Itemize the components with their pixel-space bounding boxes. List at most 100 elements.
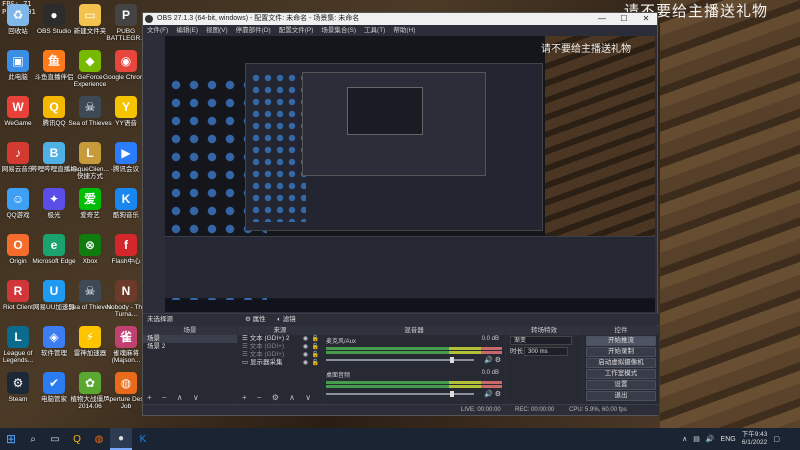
status-bar: LIVE: 00:00:00 REC: 00:00:00 CPU: 5.9%, …: [143, 404, 659, 415]
minimize-button[interactable]: —: [591, 13, 613, 25]
obs-titlebar: OBS 27.1.3 (64-bit, windows) - 配置文件: 未命名…: [143, 13, 657, 25]
game-taskbar-icon[interactable]: ◍: [88, 428, 110, 450]
obs-taskbar-icon[interactable]: ●: [110, 428, 132, 450]
speaker-icon[interactable]: 🔊: [484, 391, 493, 398]
scene-item[interactable]: 场景 2: [143, 343, 237, 351]
pvz-icon: ✿: [79, 372, 101, 394]
gear-icon[interactable]: ⚙: [495, 391, 501, 398]
input-language[interactable]: ENG: [721, 436, 736, 443]
preview-wallpaper: [545, 36, 655, 266]
source-item[interactable]: ☰ 文本 (GDI+) ◉ 🔓: [238, 351, 322, 359]
bilibili-icon: B: [43, 142, 65, 164]
track-name: 麦克风/Aux: [326, 339, 357, 345]
aperture-icon: ◍: [115, 372, 137, 394]
transitions-dock: 转场特效 渐变 时长 300 ms: [506, 326, 582, 404]
source-item[interactable]: ☰ 文本 (GDI+) 2 ◉ 🔓: [238, 335, 322, 343]
qq-taskbar-icon[interactable]: Q: [66, 428, 88, 450]
properties-button[interactable]: ⚙ 属性: [245, 314, 266, 326]
scene-tools[interactable]: + − ∧ ∨: [147, 393, 203, 402]
kugou-icon: K: [115, 188, 137, 210]
notification-icon[interactable]: ▢: [773, 435, 780, 443]
xbox-icon: ⊗: [79, 234, 101, 256]
windows-start-icon[interactable]: ⊞: [0, 428, 22, 450]
edge-icon: e: [43, 234, 65, 256]
menu-item[interactable]: 编辑(E): [176, 25, 198, 36]
preview-canvas[interactable]: 请不要给主播送礼物: [165, 36, 655, 312]
transitions-header: 转场特效: [506, 326, 582, 335]
clock[interactable]: 下午9:43 6/1/2022: [742, 431, 768, 447]
level-meter: [326, 347, 502, 350]
volume-slider[interactable]: [326, 391, 474, 397]
network-icon[interactable]: ▤: [693, 435, 700, 443]
lock-icon[interactable]: 🔓: [312, 351, 319, 359]
sources-dock: 来源 ☰ 文本 (GDI+) 2 ◉ 🔓 ☰ 文本 (GDI+) ◉ 🔓 ☰ 文本 (G…: [238, 326, 322, 404]
menu-item[interactable]: 场景集合(S): [321, 25, 356, 36]
douyu-icon: 鱼: [43, 50, 65, 72]
virtual-camera-button[interactable]: 启动虚拟摄像机: [586, 358, 656, 368]
gear-icon[interactable]: ⚙: [495, 357, 501, 364]
menu-item[interactable]: 帮助(H): [393, 25, 415, 36]
kugou-taskbar-icon[interactable]: K: [132, 428, 154, 450]
majsoul-icon: 雀: [115, 326, 137, 348]
menu-item[interactable]: 配置文件(P): [279, 25, 314, 36]
preview-banner: 请不要给主播送礼物: [541, 44, 631, 55]
eye-icon[interactable]: ◉: [303, 359, 308, 367]
eye-icon[interactable]: ◉: [303, 335, 308, 343]
level-meter: [326, 351, 502, 354]
scenes-dock: 场景 场景 场景 2 + − ∧ ∨: [143, 326, 237, 404]
menu-item[interactable]: 文件(F): [147, 25, 168, 36]
volume-icon[interactable]: 🔊: [706, 435, 715, 443]
preview-obs-panels: [165, 236, 655, 298]
source-item[interactable]: ▭ 显示器采集 ◉ 🔓: [238, 359, 322, 367]
controls-header: 控件: [583, 326, 659, 335]
mixer-dock: 混音器 麦克风/Aux 0.0 dB 🔊 ⚙ 桌面音频 0.0 dB 🔊 ⚙: [323, 326, 505, 404]
source-toolbar: 未选择源 ⚙ 属性 ◐ 滤镜: [143, 313, 659, 325]
speaker-icon[interactable]: 🔊: [484, 357, 493, 364]
transition-select[interactable]: 渐变: [510, 336, 572, 345]
close-button[interactable]: ✕: [635, 13, 657, 25]
studio-mode-button[interactable]: 工作室模式: [586, 369, 656, 379]
nested-obs-preview-3: [347, 87, 423, 135]
computer-icon: ▣: [7, 50, 29, 72]
lock-icon[interactable]: 🔓: [312, 335, 319, 343]
live-time: LIVE: 00:00:00: [461, 407, 501, 413]
riot-icon: R: [7, 280, 29, 302]
lock-icon[interactable]: 🔓: [312, 359, 319, 367]
lock-icon[interactable]: 🔓: [312, 343, 319, 351]
filters-button[interactable]: ◐ 滤镜: [277, 314, 296, 326]
volume-slider[interactable]: [326, 357, 474, 363]
start-streaming-button[interactable]: 开始推流: [586, 336, 656, 346]
maximize-button[interactable]: ☐: [613, 13, 635, 25]
exit-button[interactable]: 退出: [586, 391, 656, 401]
source-tools[interactable]: + − ⚙ ∧ ∨: [242, 393, 315, 402]
start-recording-button[interactable]: 开始录制: [586, 347, 656, 357]
transition-type[interactable]: 渐变: [506, 335, 582, 346]
scene-item[interactable]: 场景: [143, 335, 237, 343]
preview-taskbar: [165, 300, 655, 312]
settings-button[interactable]: 设置: [586, 380, 656, 390]
source-item[interactable]: ☰ 文本 (GDI+) ◉ 🔓: [238, 343, 322, 351]
level-meter: [326, 381, 502, 384]
track-db: 0.0 dB: [481, 370, 499, 376]
jiguang-icon: ✦: [43, 188, 65, 210]
taskbar: ⊞ ⌕ ▭ Q ◍ ● K ∧ ▤ 🔊 ENG 下午9:43 6/1/2022 …: [0, 428, 800, 450]
controls-dock: 控件 开始推流 开始录制 启动虚拟摄像机 工作室模式 设置 退出: [583, 326, 659, 404]
chevron-up-icon[interactable]: ∧: [682, 435, 687, 443]
eye-icon[interactable]: ◉: [303, 343, 308, 351]
sea-of-thieves-icon-2: ☠: [79, 280, 101, 302]
task-view-icon[interactable]: ▭: [44, 428, 66, 450]
software-manager-icon: ◈: [43, 326, 65, 348]
eye-icon[interactable]: ◉: [303, 351, 308, 359]
wegame-icon: W: [7, 96, 29, 118]
search-icon[interactable]: ⌕: [22, 428, 44, 450]
track-name: 桌面音频: [326, 373, 351, 379]
duration-input[interactable]: 300 ms: [524, 347, 568, 356]
yy-icon: Y: [115, 96, 137, 118]
steam-icon: ⚙: [7, 372, 29, 394]
menu-item[interactable]: 工具(T): [364, 25, 385, 36]
nested-obs-preview: [245, 63, 543, 231]
iqiyi-icon: 爱: [79, 188, 101, 210]
menu-item[interactable]: 视图(V): [206, 25, 228, 36]
menu-item[interactable]: 停靠部件(D): [236, 25, 271, 36]
netease-music-icon: ♪: [7, 142, 29, 164]
